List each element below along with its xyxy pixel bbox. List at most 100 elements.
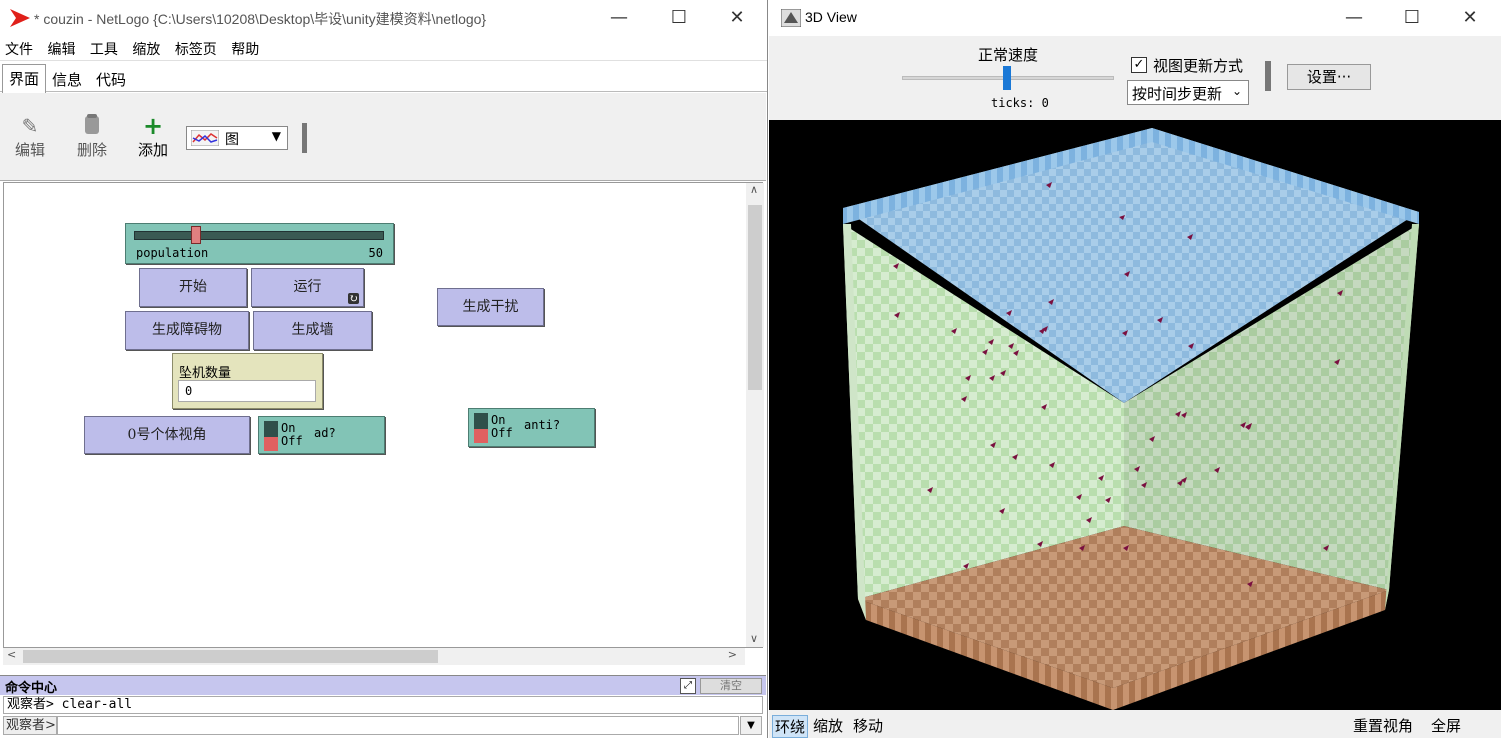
monitor-label: 坠机数量: [179, 366, 232, 381]
title-bar: 3D View — ☐ ✕: [769, 0, 1501, 36]
command-input[interactable]: [57, 716, 739, 735]
slider-track: [134, 231, 384, 240]
speed-slider-knob[interactable]: [1003, 66, 1011, 90]
ticks-counter: ticks: 0: [991, 96, 1049, 110]
forever-icon: ↻: [347, 292, 359, 305]
tab-bar: 界面 信息 代码: [0, 64, 767, 93]
crash-count-monitor: 坠机数量 0: [172, 353, 323, 409]
3d-scene[interactable]: [769, 120, 1501, 710]
netlogo-logo-icon: [10, 9, 30, 27]
scroll-down-icon[interactable]: ∨: [750, 632, 758, 645]
switch-off-label: Off: [491, 426, 513, 440]
chevron-down-icon: ⌄: [1231, 84, 1242, 98]
command-center-title: 命令中心: [5, 681, 58, 696]
slider-value: 50: [368, 246, 383, 260]
ad-switch[interactable]: On Off ad?: [258, 416, 385, 454]
3d-view-window: 3D View — ☐ ✕ 正常速度 ticks: 0 ✓ 视图更新方式 按时间…: [769, 0, 1501, 738]
vertical-scrollbar[interactable]: ∧ ∨: [746, 183, 764, 647]
pencil-icon: ✎: [21, 114, 39, 138]
app-icon: [781, 9, 801, 27]
population-slider[interactable]: population 50: [125, 223, 394, 264]
slider-knob[interactable]: [191, 226, 201, 244]
observer-selector[interactable]: 观察者>: [3, 716, 57, 735]
reset-view-button[interactable]: 重置视角: [1353, 715, 1413, 736]
history-dropdown-icon[interactable]: ▼: [740, 716, 762, 735]
minimize-button[interactable]: —: [604, 6, 634, 30]
run-button-label: 运行: [293, 279, 322, 295]
command-output: 观察者> clear-all: [3, 696, 763, 714]
menu-bar: 文件 编辑 工具 缩放 标签页 帮助: [0, 37, 767, 61]
switch-on-label: On: [491, 413, 506, 427]
tab-info[interactable]: 信息: [46, 66, 88, 92]
toolbar-separator: [302, 123, 307, 153]
command-center-bar: 命令中心 ⤢ 清空: [0, 675, 766, 696]
menu-zoom[interactable]: 缩放: [127, 37, 165, 59]
maximize-button[interactable]: ☐: [664, 6, 694, 30]
scroll-thumb[interactable]: [23, 650, 438, 663]
window-title: * couzin - NetLogo {C:\Users\10208\Deskt…: [34, 11, 487, 27]
tab-code[interactable]: 代码: [90, 66, 132, 92]
zoom-button[interactable]: 缩放: [813, 715, 843, 736]
plus-icon: +: [142, 112, 164, 140]
gen-wall-button[interactable]: 生成墙: [253, 311, 372, 350]
view-update-checkbox[interactable]: ✓: [1131, 57, 1147, 73]
switch-name: ad?: [314, 426, 336, 440]
edit-tool-label: 编辑: [14, 141, 45, 159]
menu-tabs[interactable]: 标签页: [170, 37, 222, 59]
plot-icon: [191, 130, 219, 146]
trash-icon: [70, 113, 114, 139]
scroll-right-icon[interactable]: >: [728, 648, 737, 661]
update-mode-dropdown[interactable]: 按时间步更新 ⌄: [1127, 80, 1249, 105]
maximize-button[interactable]: ☐: [1397, 6, 1427, 30]
scroll-up-icon[interactable]: ∧: [750, 183, 758, 196]
fullscreen-button[interactable]: 全屏: [1431, 715, 1461, 736]
3d-world-view[interactable]: [769, 120, 1501, 710]
add-tool-button[interactable]: + 添加: [131, 113, 175, 160]
interface-toolbar: ✎ 编辑 删除 + 添加 图 ▼: [0, 93, 766, 181]
switch-name: anti?: [524, 418, 561, 432]
window-title: 3D View: [805, 9, 857, 25]
command-input-row: 观察者> ▼: [0, 716, 766, 736]
settings-button[interactable]: 设置···: [1287, 64, 1371, 90]
move-button[interactable]: 移动: [853, 715, 883, 736]
menu-file[interactable]: 文件: [0, 37, 38, 59]
menu-tools[interactable]: 工具: [85, 37, 123, 59]
switch-knob[interactable]: [264, 437, 278, 451]
switch-on-label: On: [281, 421, 296, 435]
agent0-view-button[interactable]: 0号个体视角: [84, 416, 250, 454]
dropdown-arrow-icon: ▼: [271, 129, 281, 143]
switch-off-label: Off: [281, 434, 303, 448]
edit-tool-button[interactable]: ✎ 编辑: [8, 113, 52, 160]
orbit-button[interactable]: 环绕: [772, 715, 809, 738]
minimize-button[interactable]: —: [1339, 6, 1369, 30]
expand-icon[interactable]: ⤢: [680, 678, 696, 694]
widget-type-dropdown[interactable]: 图 ▼: [186, 126, 288, 150]
delete-tool-button[interactable]: 删除: [70, 113, 114, 160]
menu-edit[interactable]: 编辑: [42, 37, 80, 59]
scroll-left-icon[interactable]: <: [7, 648, 16, 661]
start-button[interactable]: 开始: [139, 268, 247, 307]
slider-label: population: [136, 246, 209, 260]
gen-disturb-button[interactable]: 生成干扰: [437, 288, 544, 326]
clear-button[interactable]: 清空: [700, 678, 762, 694]
anti-switch[interactable]: On Off anti?: [468, 408, 595, 447]
speed-label: 正常速度: [978, 46, 1039, 64]
gen-obstacle-button[interactable]: 生成障碍物: [125, 311, 249, 350]
scroll-thumb[interactable]: [748, 205, 762, 390]
close-button[interactable]: ✕: [1455, 6, 1485, 30]
add-tool-label: 添加: [137, 141, 168, 159]
close-button[interactable]: ✕: [722, 6, 752, 30]
monitor-value: 0: [178, 380, 316, 402]
menu-help[interactable]: 帮助: [226, 37, 264, 59]
update-mode-value: 按时间步更新: [1132, 85, 1223, 103]
view-footer: 环绕 缩放 移动 重置视角 全屏: [769, 710, 1501, 738]
horizontal-scrollbar[interactable]: < >: [3, 648, 745, 665]
view-controls: 正常速度 ticks: 0 ✓ 视图更新方式 按时间步更新 ⌄ 设置···: [769, 36, 1501, 120]
tab-interface[interactable]: 界面: [2, 64, 47, 93]
switch-knob[interactable]: [474, 429, 488, 443]
title-bar: * couzin - NetLogo {C:\Users\10208\Deskt…: [0, 0, 767, 36]
toolbar-separator: [1265, 61, 1271, 91]
interface-canvas: population 50 开始 运行 ↻ 生成障碍物 生成墙 生成干扰 坠机数…: [3, 182, 764, 648]
run-button[interactable]: 运行 ↻: [251, 268, 364, 307]
view-update-label: 视图更新方式: [1153, 57, 1244, 75]
